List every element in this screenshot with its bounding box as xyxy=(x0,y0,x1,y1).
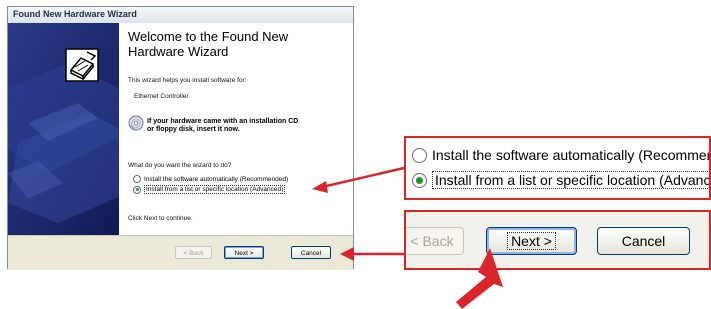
arrow-to-options xyxy=(312,166,405,193)
arrow-to-buttons xyxy=(340,247,404,261)
pointer-arrow-icon xyxy=(456,248,503,309)
callout-arrows xyxy=(312,166,503,309)
